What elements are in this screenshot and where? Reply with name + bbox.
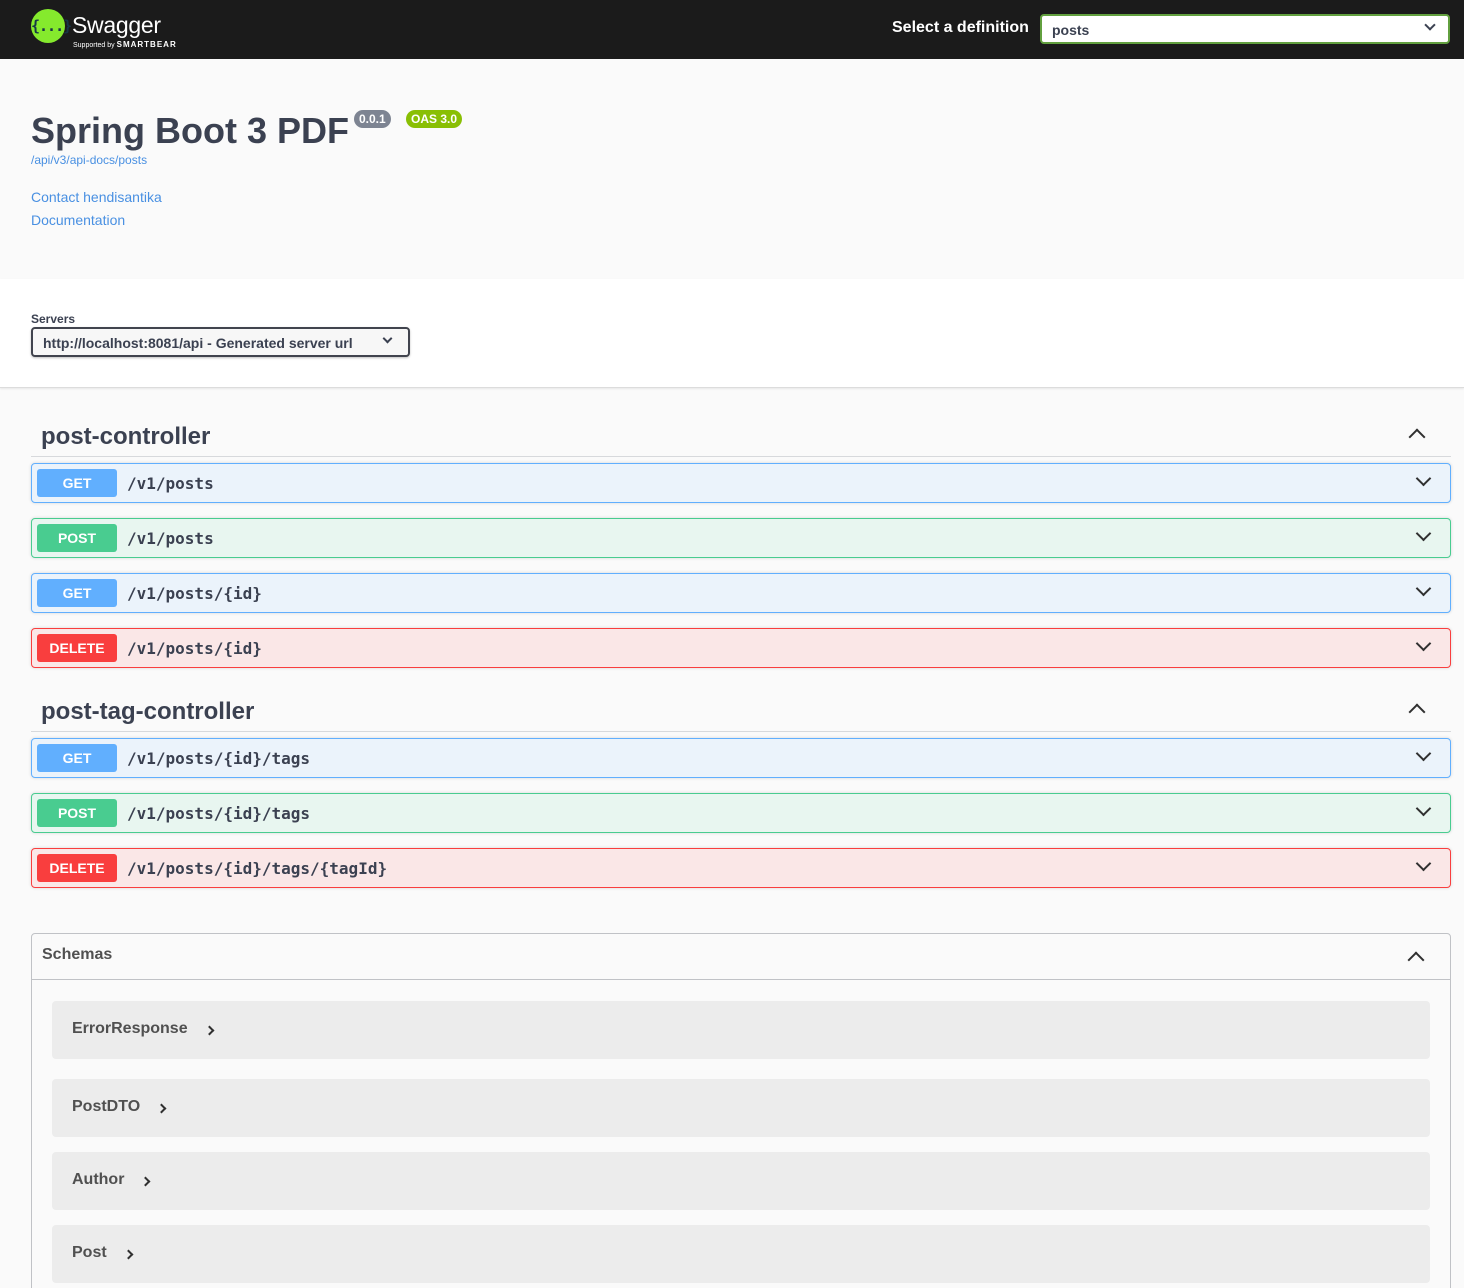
operation-get-post-tags[interactable]: GET /v1/posts/{id}/tags: [31, 738, 1451, 778]
schema-name: PostDTO: [72, 1098, 141, 1115]
server-select[interactable]: http://localhost:8081/api - Generated se…: [31, 327, 410, 357]
schema-name: ErrorResponse: [72, 1020, 188, 1037]
schema-item-post[interactable]: Post: [52, 1225, 1430, 1283]
schema-item-errorresponse[interactable]: ErrorResponse: [52, 1001, 1430, 1059]
page-title: Spring Boot 3 PDF: [31, 110, 349, 151]
chevron-down-icon[interactable]: [1415, 800, 1432, 817]
definition-select[interactable]: posts: [1040, 14, 1450, 44]
operation-path: /v1/posts/{id}: [127, 584, 262, 603]
method-badge: GET: [37, 469, 117, 497]
oas-badge: OAS 3.0: [406, 110, 463, 128]
brand-subtitle: Supported by SMARTBEAR: [73, 40, 177, 49]
schema-item-author[interactable]: Author: [52, 1152, 1430, 1210]
spec-url-link[interactable]: /api/v3/api-docs/posts: [31, 153, 147, 167]
schemas-header[interactable]: Schemas: [32, 934, 1450, 980]
brand-sub-company: SMARTBEAR: [116, 40, 177, 49]
schemas-title: Schemas: [42, 946, 113, 963]
operation-path: /v1/posts/{id}/tags: [127, 749, 311, 768]
operation-delete-post-by-id[interactable]: DELETE /v1/posts/{id}: [31, 628, 1451, 668]
chevron-down-icon[interactable]: [1415, 635, 1432, 652]
operation-path: /v1/posts/{id}: [127, 639, 262, 658]
brand-sub-prefix: Supported by: [73, 42, 115, 49]
operation-path: /v1/posts/{id}/tags: [127, 804, 311, 823]
method-badge: GET: [37, 744, 117, 772]
operation-path: /v1/posts: [127, 474, 214, 493]
operation-get-post-by-id[interactable]: GET /v1/posts/{id}: [31, 573, 1451, 613]
definition-value: posts: [1052, 22, 1090, 38]
schema-name: Author: [72, 1171, 125, 1188]
chevron-right-icon[interactable]: [156, 1103, 167, 1114]
chevron-down-icon[interactable]: [1415, 470, 1432, 487]
servers-section: Servers http://localhost:8081/api - Gene…: [0, 279, 1464, 388]
method-badge: DELETE: [37, 634, 117, 662]
chevron-up-icon[interactable]: [1408, 428, 1426, 446]
info-section: Spring Boot 3 PDF 0.0.1 OAS 3.0 /api/v3/…: [0, 59, 1464, 279]
operation-path: /v1/posts/{id}/tags/{tagId}: [127, 859, 388, 878]
schemas-section: Schemas ErrorResponse PostDTO Author Pos…: [31, 933, 1451, 1288]
topbar: {...} Swagger Supported by SMARTBEAR Sel…: [0, 0, 1464, 59]
swagger-logo-icon[interactable]: {...}: [31, 9, 72, 43]
method-badge: POST: [37, 799, 117, 827]
chevron-up-icon[interactable]: [1407, 951, 1425, 969]
chevron-down-icon[interactable]: [1415, 580, 1432, 597]
logo-glyph: {...}: [31, 17, 72, 35]
chevron-down-icon[interactable]: [1415, 525, 1432, 542]
version-badge: 0.0.1: [354, 110, 391, 128]
definition-label: Select a definition: [892, 19, 1029, 36]
tag-title: post-controller: [41, 423, 211, 450]
tag-header-post-tag-controller[interactable]: post-tag-controller: [31, 686, 1451, 732]
tag-title: post-tag-controller: [41, 698, 255, 725]
operation-path: /v1/posts: [127, 529, 214, 548]
operation-get-posts[interactable]: GET /v1/posts: [31, 463, 1451, 503]
contact-link[interactable]: Contact hendisantika: [31, 189, 162, 205]
operation-post-posts[interactable]: POST /v1/posts: [31, 518, 1451, 558]
operation-delete-post-tag[interactable]: DELETE /v1/posts/{id}/tags/{tagId}: [31, 848, 1451, 888]
documentation-link[interactable]: Documentation: [31, 212, 125, 228]
chevron-up-icon[interactable]: [1408, 703, 1426, 721]
method-badge: GET: [37, 579, 117, 607]
chevron-right-icon[interactable]: [140, 1176, 151, 1187]
chevron-right-icon[interactable]: [204, 1025, 215, 1036]
server-value: http://localhost:8081/api - Generated se…: [43, 335, 353, 351]
method-badge: POST: [37, 524, 117, 552]
chevron-down-icon[interactable]: [1415, 855, 1432, 872]
chevron-right-icon[interactable]: [123, 1249, 134, 1260]
tag-header-post-controller[interactable]: post-controller: [31, 411, 1451, 457]
chevron-down-icon: [1424, 19, 1436, 31]
schema-item-postdto[interactable]: PostDTO: [52, 1079, 1430, 1137]
schema-name: Post: [72, 1244, 107, 1261]
brand-name[interactable]: Swagger: [72, 12, 161, 39]
chevron-down-icon: [382, 333, 393, 344]
servers-label: Servers: [31, 312, 76, 326]
chevron-down-icon[interactable]: [1415, 745, 1432, 762]
operation-post-post-tags[interactable]: POST /v1/posts/{id}/tags: [31, 793, 1451, 833]
method-badge: DELETE: [37, 854, 117, 882]
